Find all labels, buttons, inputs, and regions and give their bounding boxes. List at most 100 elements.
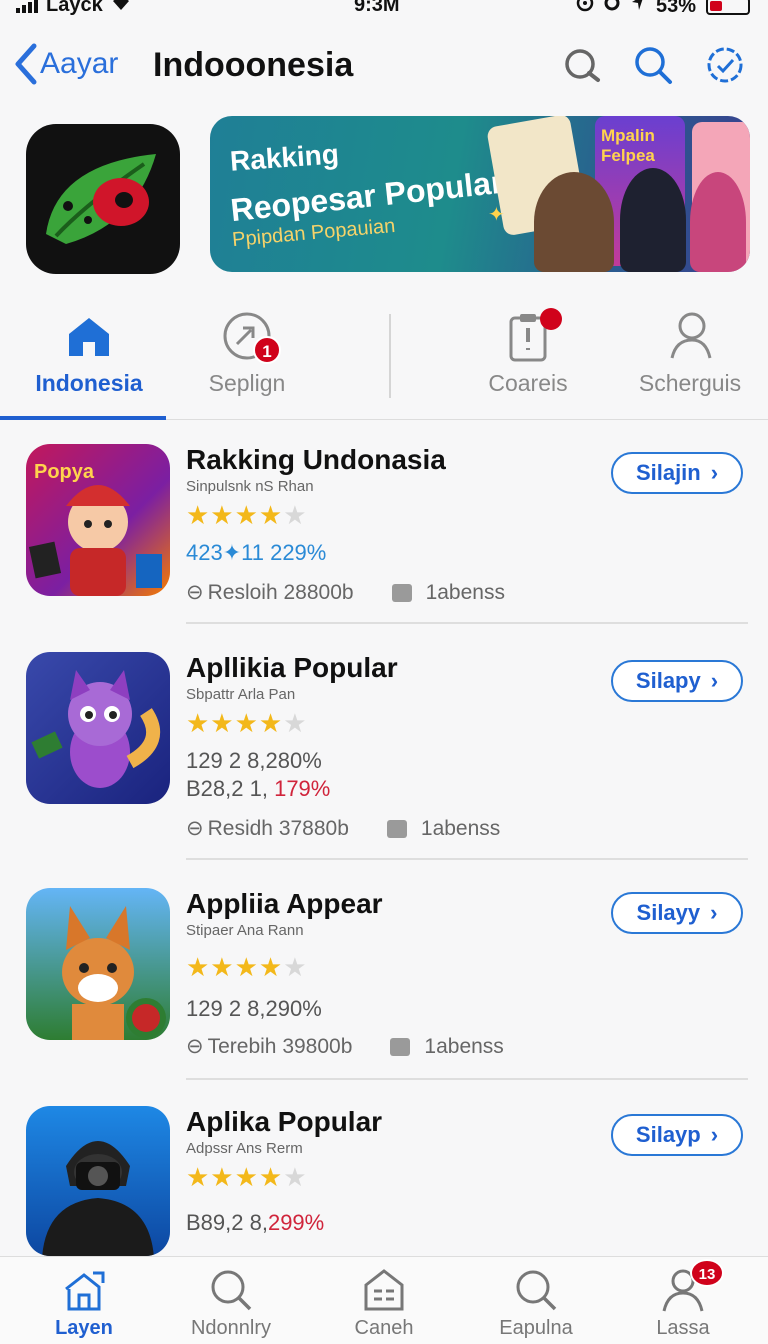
status-time: 9:3M <box>354 0 400 16</box>
chevron-right-icon: › <box>710 460 719 485</box>
get-button[interactable]: Silajin › <box>611 452 743 494</box>
get-button-label: Silayp <box>635 1122 701 1147</box>
globe-icon: ⊖ <box>186 581 204 604</box>
banner-person-girl <box>690 172 746 272</box>
refresh-search-icon[interactable] <box>560 44 602 86</box>
globe-icon: ⊖ <box>186 1035 204 1058</box>
tab-coareis[interactable]: Coareis <box>443 308 613 397</box>
row-divider <box>186 622 748 624</box>
size-meta-text: 1abenss <box>424 1034 504 1058</box>
app-stat: 129 2 8,290% <box>186 996 322 1021</box>
app-name[interactable]: Rakking Undonasia <box>186 444 446 476</box>
bottom-tab-label: Eapulna <box>499 1317 573 1339</box>
rating-stars: ★★★★★ <box>186 500 308 530</box>
size-meta: 1abenss <box>390 1034 504 1059</box>
bottom-tab-layen[interactable]: Layen <box>14 1267 154 1340</box>
settings-icon[interactable] <box>704 44 746 86</box>
get-button-label: Silajin <box>635 460 701 485</box>
row-divider <box>186 1078 748 1080</box>
banner-person-woman <box>620 168 686 272</box>
app-stat-change: 179% <box>274 776 331 801</box>
chevron-right-icon: › <box>710 900 718 925</box>
app-subtitle: Sinpulsnk nS Rhan <box>186 478 314 495</box>
bottom-tab-eapulna[interactable]: Eapulna <box>466 1267 606 1340</box>
tab-badge: 13 <box>690 1259 724 1287</box>
download-meta: ⊖ Terebih 39800b <box>186 1034 352 1059</box>
bottom-tab-bar: Layen Ndonnlry Caneh Eapulna 13 Lassa <box>0 1256 768 1344</box>
size-meta: 1abenss <box>391 580 505 605</box>
home-icon <box>61 1267 107 1313</box>
wifi-icon <box>111 0 131 17</box>
rating-stars: ★★★★★ <box>186 708 308 738</box>
share-icon: 1 <box>221 310 281 364</box>
app-stat-value: B89,2 8, <box>186 1210 268 1235</box>
bottom-tab-caneh[interactable]: Caneh <box>314 1267 454 1340</box>
back-label: Aayar <box>40 47 119 80</box>
person-icon: 13 <box>660 1259 724 1313</box>
list-item[interactable]: Popya Rakking Undonasia Sinpulsnk nS Rha… <box>0 444 768 664</box>
tab-label: Coareis <box>488 370 568 396</box>
list-item[interactable]: Apllikia Popular Sbpattr Arla Pan ★★★★★ … <box>0 652 768 872</box>
promo-banner[interactable]: Rakking Reopesar Popular Ppipdan Popauia… <box>210 116 750 272</box>
app-meta: ⊖ Terebih 39800b 1abenss <box>186 1034 504 1059</box>
app-stat: 423✦11 229% <box>186 540 327 565</box>
list-item[interactable]: Appliia Appear Stipaer Ana Rann ★★★★★ 12… <box>0 888 768 1108</box>
get-button-label: Silayy <box>636 900 701 925</box>
app-stat-secondary: B28,2 1, 179% <box>186 776 330 802</box>
app-stat-change: 299% <box>267 1210 325 1235</box>
app-subtitle: Stipaer Ana Rann <box>186 922 304 939</box>
size-meta-text: 1abenss <box>420 816 501 840</box>
globe-icon: ⊖ <box>186 817 204 840</box>
list-item[interactable]: Aplika Popular Adpssr Ans Rerm ★★★★★ B89… <box>0 1106 768 1256</box>
bottom-tab-label: Lassa <box>656 1317 710 1339</box>
bottom-tab-ndonnlry[interactable]: Ndonnlry <box>161 1267 301 1340</box>
location-icon <box>630 0 646 18</box>
tab-badge: 1 <box>253 336 281 364</box>
app-logo[interactable] <box>26 124 180 274</box>
app-subtitle: Sbpattr Arla Pan <box>186 686 296 703</box>
tab-scherguis[interactable]: Scherguis <box>605 310 768 397</box>
bottom-tab-lassa[interactable]: 13 Lassa <box>613 1259 753 1340</box>
app-meta: ⊖ Resloih 28800b 1abenss <box>186 580 505 605</box>
person-icon <box>664 310 716 362</box>
tab-indonesia[interactable]: Indonesia <box>4 310 174 397</box>
tab-seplign[interactable]: 1 Seplign <box>162 310 332 397</box>
tab-label: Scherguis <box>638 370 742 396</box>
get-button[interactable]: Silayp › <box>611 1114 743 1156</box>
app-name[interactable]: Aplika Popular <box>186 1106 382 1138</box>
banner-person-man <box>534 172 614 272</box>
tab-label: Indonesia <box>35 370 143 396</box>
nav-actions <box>560 44 746 86</box>
app-subtitle: Adpssr Ans Rerm <box>186 1140 303 1157</box>
rating-stars: ★★★★★ <box>186 1162 308 1192</box>
notification-dot <box>540 308 562 330</box>
navigation-bar: Aayar Indooonesia <box>0 36 768 96</box>
signal-icon <box>16 0 38 13</box>
svg-text:Popya: Popya <box>34 461 95 483</box>
size-meta-text: 1abenss <box>425 580 505 604</box>
app-stat: 129 2 8,280% <box>186 748 322 773</box>
rating-stars: ★★★★★ <box>186 952 308 982</box>
app-name[interactable]: Appliia Appear <box>186 888 383 920</box>
app-name[interactable]: Apllikia Popular <box>186 652 398 684</box>
app-thumbnail <box>26 888 170 1040</box>
status-bar: Layck 9:3M 53% <box>0 0 768 22</box>
get-button[interactable]: Silayy › <box>611 892 743 934</box>
search-icon[interactable] <box>632 44 674 86</box>
download-meta-text: Residh 37880b <box>207 816 349 840</box>
get-button[interactable]: Silapy › <box>611 660 743 702</box>
app-thumbnail: Popya <box>26 444 170 596</box>
download-meta: ⊖ Resloih 28800b <box>186 580 354 605</box>
download-meta-text: Terebih 39800b <box>207 1034 353 1058</box>
carrier-group: Layck <box>16 0 131 17</box>
battery-percent: 53% <box>655 0 696 17</box>
chevron-right-icon: › <box>710 668 719 693</box>
alarm-icon <box>576 0 594 18</box>
building-icon <box>361 1267 407 1313</box>
battery-icon <box>706 0 750 15</box>
storage-icon <box>390 1037 411 1056</box>
app-stat-secondary-value: B28,2 1, <box>186 776 275 801</box>
back-button[interactable]: Aayar <box>12 42 118 86</box>
chevron-left-icon <box>15 43 37 85</box>
app-thumbnail <box>26 652 170 804</box>
